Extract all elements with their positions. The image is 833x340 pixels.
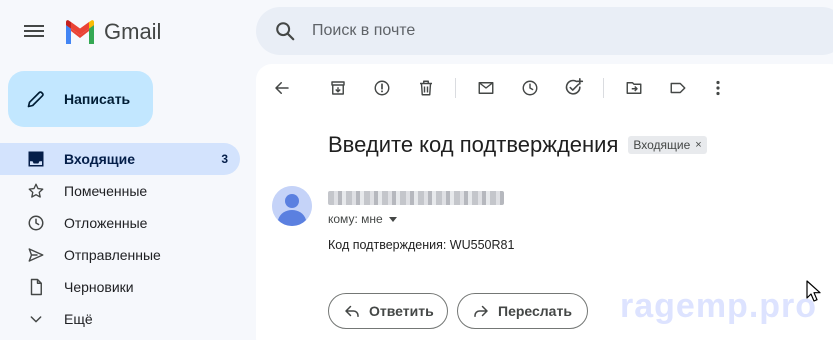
draft-icon xyxy=(26,277,46,297)
toolbar-divider xyxy=(603,78,604,98)
gmail-m-icon xyxy=(66,20,94,44)
reply-icon xyxy=(345,305,359,317)
sidebar-item-sent[interactable]: Отправленные xyxy=(0,239,240,271)
label-icon[interactable] xyxy=(664,76,692,100)
sidebar-item-label: Отложенные xyxy=(64,215,148,231)
label-chip-text: Входящие xyxy=(633,138,691,152)
recipient-line[interactable]: кому: мне xyxy=(328,212,397,226)
sidebar-item-label: Входящие xyxy=(64,151,135,167)
move-to-icon[interactable] xyxy=(620,76,648,100)
snooze-icon[interactable] xyxy=(516,76,544,100)
mouse-cursor-icon xyxy=(806,280,821,302)
watermark: ragemp.pro xyxy=(620,287,818,325)
search-input[interactable] xyxy=(312,22,712,40)
person-icon xyxy=(272,186,312,226)
forward-label: Переслать xyxy=(498,303,572,319)
subject-row: Введите код подтверждения Входящие × xyxy=(328,132,707,158)
message-body: Код подтверждения: WU550R81 xyxy=(328,238,515,252)
archive-icon[interactable] xyxy=(324,76,352,100)
sidebar-item-inbox[interactable]: Входящие 3 xyxy=(0,143,240,175)
reply-button[interactable]: Ответить xyxy=(328,293,448,329)
add-task-icon[interactable] xyxy=(560,76,588,100)
forward-icon xyxy=(474,305,488,317)
star-icon xyxy=(26,181,46,201)
more-icon[interactable] xyxy=(704,76,732,100)
pencil-icon xyxy=(27,91,44,108)
reply-label: Ответить xyxy=(369,303,434,319)
sidebar-item-drafts[interactable]: Черновики xyxy=(0,271,240,303)
sidebar-nav: Входящие 3 Помеченные Отложенные Отправл… xyxy=(0,143,240,335)
avatar[interactable] xyxy=(272,186,312,226)
recipient-text: кому: мне xyxy=(328,212,383,226)
recipient-details-icon[interactable] xyxy=(388,216,397,222)
report-spam-icon[interactable] xyxy=(368,76,396,100)
unread-count: 3 xyxy=(221,152,228,166)
search-icon[interactable] xyxy=(274,20,296,42)
toolbar-divider xyxy=(455,78,456,98)
sidebar-item-label: Черновики xyxy=(64,279,134,295)
message-toolbar xyxy=(256,64,833,112)
compose-label: Написать xyxy=(64,91,131,107)
label-chip[interactable]: Входящие × xyxy=(628,136,707,154)
sidebar-item-label: Отправленные xyxy=(64,247,161,263)
search-bar[interactable] xyxy=(256,7,833,55)
message-subject: Введите код подтверждения xyxy=(328,132,619,157)
compose-button[interactable]: Написать xyxy=(8,71,153,127)
forward-button[interactable]: Переслать xyxy=(457,293,588,329)
sender-email-blurred xyxy=(328,191,504,205)
mark-unread-icon[interactable] xyxy=(472,76,500,100)
inbox-icon xyxy=(26,149,46,169)
sidebar-item-label: Ещё xyxy=(64,311,93,327)
app-name: Gmail xyxy=(104,19,162,44)
clock-icon xyxy=(26,213,46,233)
main-menu-button[interactable] xyxy=(24,22,46,40)
sidebar-item-more[interactable]: Ещё xyxy=(0,303,240,335)
remove-label-icon[interactable]: × xyxy=(695,139,701,151)
delete-icon[interactable] xyxy=(412,76,440,100)
back-icon[interactable] xyxy=(268,76,296,100)
sidebar-item-snoozed[interactable]: Отложенные xyxy=(0,207,240,239)
gmail-logo[interactable]: Gmail xyxy=(64,18,161,46)
chevron-down-icon xyxy=(26,309,46,329)
send-icon xyxy=(26,245,46,265)
sidebar-item-label: Помеченные xyxy=(64,183,148,199)
sidebar-item-starred[interactable]: Помеченные xyxy=(0,175,240,207)
